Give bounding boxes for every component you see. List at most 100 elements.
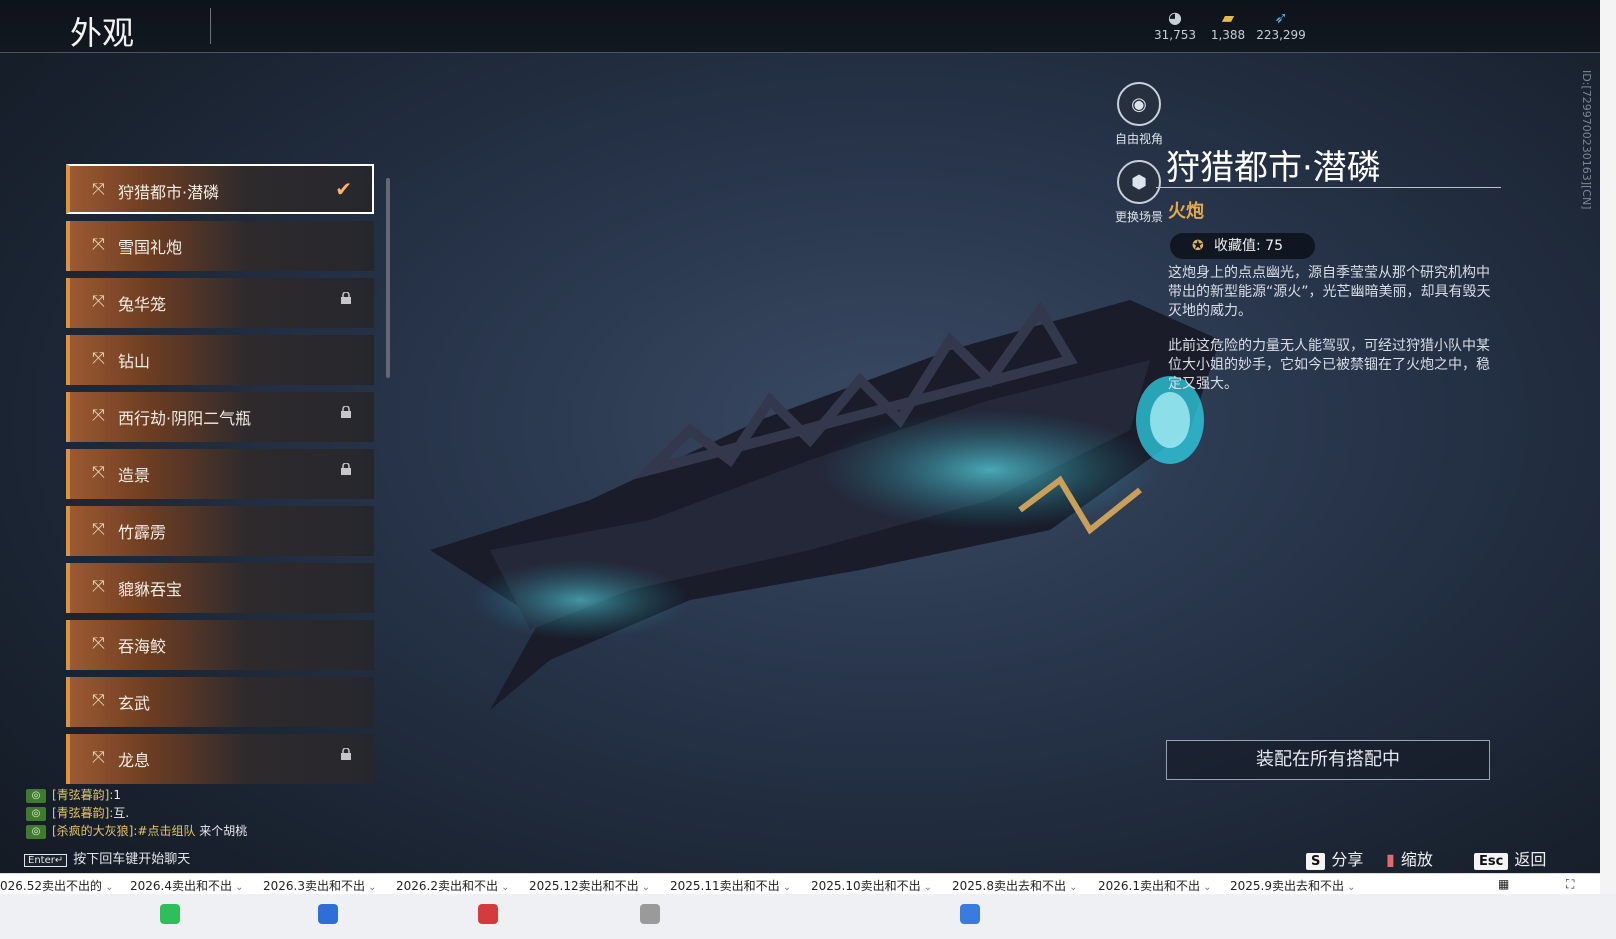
skin-item[interactable]: ⤧ 吞海鲛 [66,620,374,670]
skin-category: 火炮 [1168,201,1204,222]
skin-item[interactable]: ⤧ 玄武 [66,677,374,727]
back-label: 返回 [1514,850,1547,869]
chat-hint: Enter↵ 按下回车键开始聊天 [24,848,190,867]
skin-item[interactable]: ⤧ 西行劫·阴阳二气瓶 [66,392,374,442]
skin-name: 狩猎都市·潜磷 [1166,148,1381,188]
cross-icon: ⤧ [92,348,105,367]
equip-all-button[interactable]: 装配在所有搭配中 [1166,740,1490,780]
skin-item-label: 兔华笼 [118,295,167,314]
weapon-model[interactable] [430,270,1230,740]
skin-item[interactable]: ⤧ 龙息 [66,734,374,784]
cross-icon: ⤧ [92,690,105,709]
currency-gem-value: 31,753 [1154,28,1196,42]
tab-item[interactable]: 2026.3卖出和不出 [263,877,377,894]
free-view-button[interactable]: ◉ 自由视角 [1115,82,1163,147]
lock-icon [341,406,351,418]
page-title: 外观 [70,14,135,52]
tab-item[interactable]: 2025.9卖出去和不出 [1230,877,1356,894]
zoom-button[interactable]: ▮ 缩放 [1386,846,1433,870]
lock-icon [341,463,351,475]
skin-item[interactable]: ⤧ 兔华笼 [66,278,374,328]
currency-feather-value: 223,299 [1256,28,1306,42]
skin-list[interactable]: ⤧ 狩猎都市·潜磷 ✔ ⤧ 雪国礼炮 ⤧ 兔华笼 ⤧ 钻山 ⤧ 西行劫·阴阳二气… [66,150,376,800]
skin-item[interactable]: ⤧ 钻山 [66,335,374,385]
skin-item-label: 西行劫·阴阳二气瓶 [118,409,252,428]
collect-value: 收藏值: 75 [1214,238,1283,254]
share-label: 分享 [1331,850,1364,869]
skin-item[interactable]: ⤧ 造景 [66,449,374,499]
cross-icon: ⤧ [92,234,105,253]
skin-item-label: 钻山 [118,352,151,371]
channel-icon: ◎ [26,824,46,839]
change-scene-button[interactable]: ⬢ 更换场景 [1115,160,1163,225]
app-icon[interactable] [640,904,660,924]
tab-item[interactable]: 2025.12卖出和不出 [529,877,650,894]
chat-sender: [青弦暮韵]: [52,788,114,802]
skin-item[interactable]: ⤧ 狩猎都市·潜磷 ✔ [66,164,374,214]
chat-line: ◎ [青弦暮韵]:互. [26,804,406,822]
change-scene-label: 更换场景 [1115,210,1164,224]
share-button[interactable]: S 分享 [1306,846,1363,870]
tab-item[interactable]: 2025.11卖出和不出 [670,877,791,894]
chat-sender: [青弦暮韵]: [52,806,114,820]
grid-icon[interactable]: ▦ [1498,877,1509,891]
skin-item-label: 竹霹雳 [118,523,167,542]
list-scrollbar[interactable] [386,178,390,378]
currency-ticket-value: 1,388 [1210,28,1246,42]
app-icon[interactable] [318,904,338,924]
wechat-icon[interactable] [160,904,180,924]
app-icon[interactable] [960,904,980,924]
esc-key: Esc [1474,853,1509,870]
mouse-icon: ▮ [1386,850,1395,869]
skin-item-label: 貔貅吞宝 [118,580,183,599]
skin-item-label: 吞海鲛 [118,637,167,656]
skin-item[interactable]: ⤧ 竹霹雳 [66,506,374,556]
app-icon[interactable] [478,904,498,924]
cross-icon: ⤧ [92,291,105,310]
skin-item[interactable]: ⤧ 雪国礼炮 [66,221,374,271]
feather-icon: ➶ [1274,8,1288,27]
top-bar: 外观 ◕ 31,753 ▰ 1,388 ➶ 223,299 [0,0,1600,53]
currency-feather: ➶ 223,299 [1251,8,1311,42]
camera-icon: ◉ [1117,82,1161,126]
cross-icon: ⤧ [92,519,105,538]
player-id: ID:[7299700230163][CN] [1580,70,1593,210]
tab-item[interactable]: 2025.10卖出和不出 [811,877,932,894]
title-divider [210,8,211,44]
skin-item-label: 造景 [118,466,151,485]
cross-icon: ⤧ [92,179,105,198]
tab-item[interactable]: 026.52卖出不出的 [0,877,114,894]
os-taskbar [0,894,1616,939]
ticket-icon: ▰ [1221,8,1235,27]
tab-item[interactable]: 2026.2卖出和不出 [396,877,510,894]
cross-icon: ⤧ [92,747,105,766]
chat-hint-text: 按下回车键开始聊天 [73,852,191,867]
check-icon: ✔ [335,177,352,201]
currency-gem: ◕ 31,753 [1145,8,1205,42]
cross-icon: ⤧ [92,462,105,481]
skin-item-label: 狩猎都市·潜磷 [118,183,220,202]
back-button[interactable]: Esc 返回 [1474,846,1546,870]
fullscreen-icon[interactable]: ⛶ [1566,877,1574,892]
channel-icon: ◎ [26,806,46,821]
free-view-label: 自由视角 [1115,132,1164,146]
skin-item-label: 玄武 [118,694,151,713]
tab-item[interactable]: 2026.4卖出和不出 [130,877,244,894]
cross-icon: ⤧ [92,633,105,652]
chat-team-link[interactable]: #点击组队 [137,824,195,838]
browser-tabs: 026.52卖出不出的 2026.4卖出和不出 2026.3卖出和不出 2026… [0,873,1600,894]
skin-description: 这炮身上的点点幽光，源自季莹莹从那个研究机构中带出的新型能源“源火”，光芒幽暗美… [1168,264,1496,410]
description-paragraph: 此前这危险的力量无人能驾驭，可经过狩猎小队中某位大小姐的妙手，它如今已被禁锢在了… [1168,338,1490,392]
tab-item[interactable]: 2025.8卖出去和不出 [952,877,1078,894]
skin-item[interactable]: ⤧ 貔貅吞宝 [66,563,374,613]
share-key: S [1306,853,1326,870]
skin-item-label: 龙息 [118,751,151,770]
chat-message: 来个胡桃 [195,824,248,838]
chat-message: 1 [113,788,122,802]
zoom-label: 缩放 [1400,850,1433,869]
collect-icon: ✪ [1192,238,1204,254]
cross-icon: ⤧ [92,576,105,595]
skin-item-label: 雪国礼炮 [118,238,183,257]
chat-sender: [杀疯的大灰狼]: [52,824,138,838]
tab-item[interactable]: 2026.1卖出和不出 [1098,877,1212,894]
